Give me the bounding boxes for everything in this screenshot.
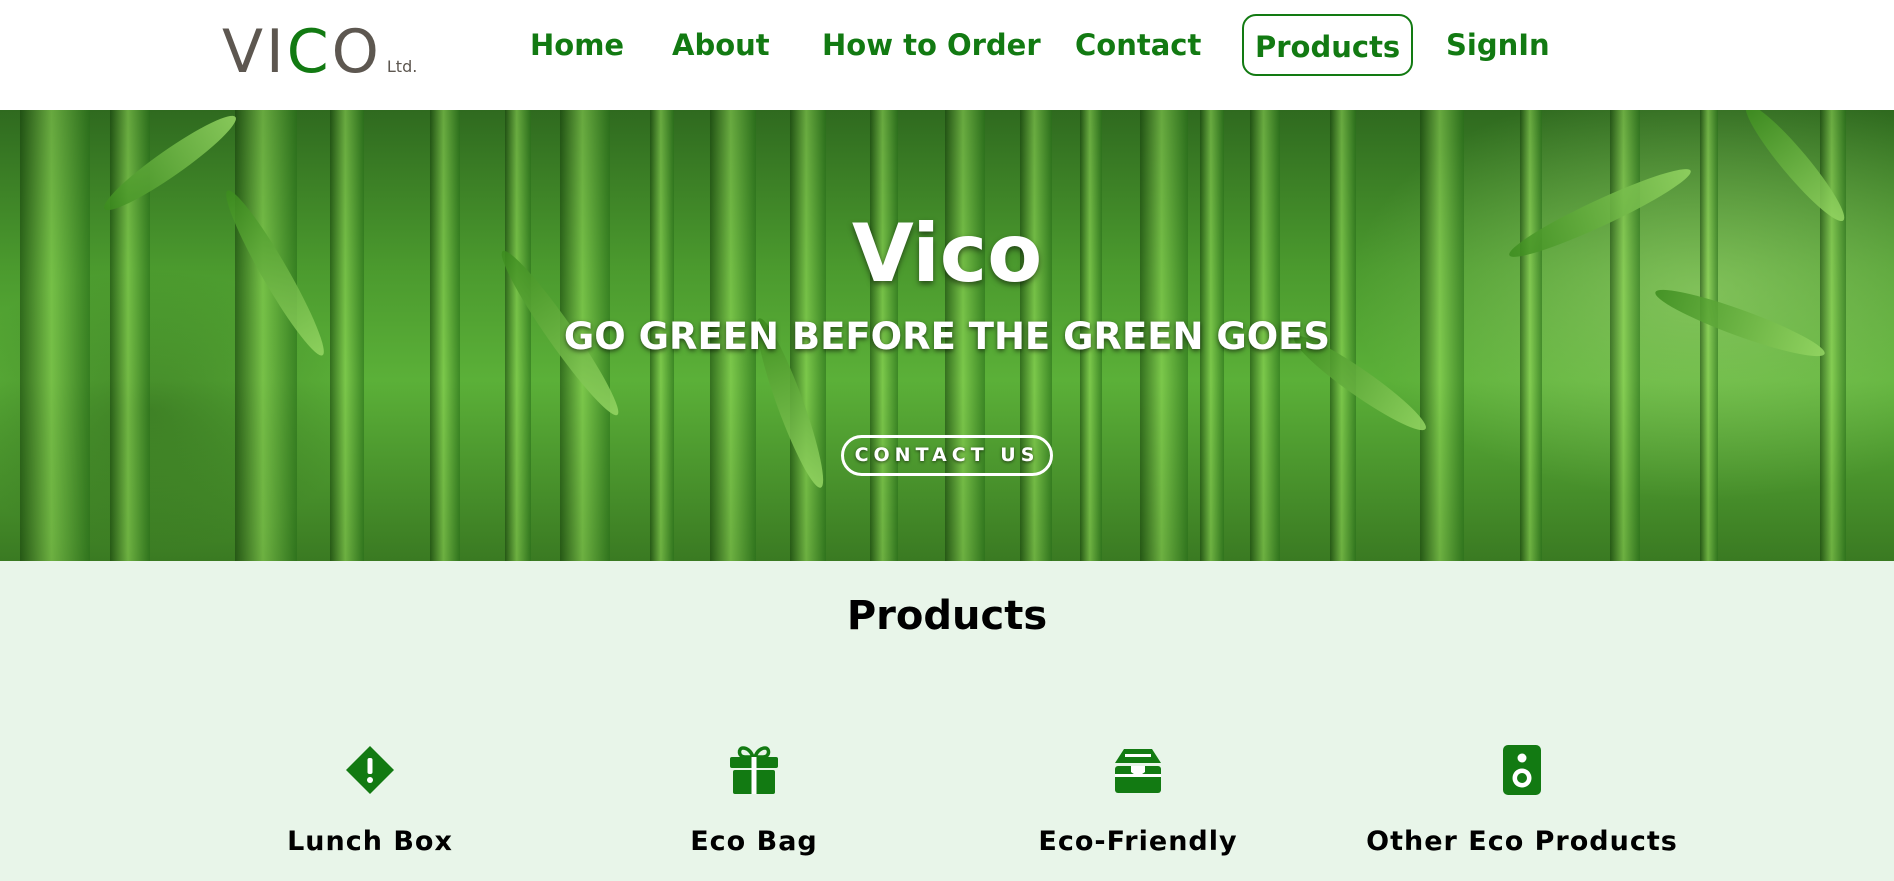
product-card-eco-friendly[interactable]: Eco-Friendly bbox=[958, 745, 1318, 881]
nav-signin[interactable]: SignIn bbox=[1446, 22, 1550, 68]
nav-products[interactable]: Products bbox=[1242, 14, 1414, 76]
product-name: Lunch Box bbox=[287, 826, 453, 857]
products-section: Products Lunch Box Eco Bag Eco-Friendly … bbox=[0, 561, 1894, 881]
main-nav: Home About How to Order Contact Products… bbox=[0, 0, 1894, 90]
nav-about[interactable]: About bbox=[672, 22, 770, 68]
gift-icon bbox=[729, 745, 779, 795]
hero-tagline: GO GREEN BEFORE THE GREEN GOES bbox=[563, 315, 1331, 358]
product-card-other-eco-products[interactable]: Other Eco Products bbox=[1342, 745, 1702, 881]
contact-us-button[interactable]: CONTACT US bbox=[841, 435, 1053, 476]
diamond-exclamation-icon bbox=[345, 745, 395, 795]
site-header: VICO Ltd. Home About How to Order Contac… bbox=[0, 0, 1894, 110]
products-title: Products bbox=[846, 593, 1048, 639]
product-name: Other Eco Products bbox=[1366, 826, 1678, 857]
product-card-lunch-box[interactable]: Lunch Box bbox=[190, 745, 550, 881]
nav-contact[interactable]: Contact bbox=[1075, 22, 1201, 68]
product-name: Eco-Friendly bbox=[1038, 826, 1238, 857]
product-card-eco-bag[interactable]: Eco Bag bbox=[574, 745, 934, 881]
hero-content: Vico GO GREEN BEFORE THE GREEN GOES CONT… bbox=[0, 110, 1894, 561]
box-open-icon bbox=[1113, 745, 1163, 795]
hero-banner: Vico GO GREEN BEFORE THE GREEN GOES CONT… bbox=[0, 110, 1894, 561]
nav-home[interactable]: Home bbox=[530, 22, 624, 68]
product-name: Eco Bag bbox=[690, 826, 818, 857]
hero-title: Vico bbox=[851, 207, 1043, 300]
nav-how-to-order[interactable]: How to Order bbox=[822, 22, 1041, 68]
speaker-icon bbox=[1497, 745, 1547, 795]
